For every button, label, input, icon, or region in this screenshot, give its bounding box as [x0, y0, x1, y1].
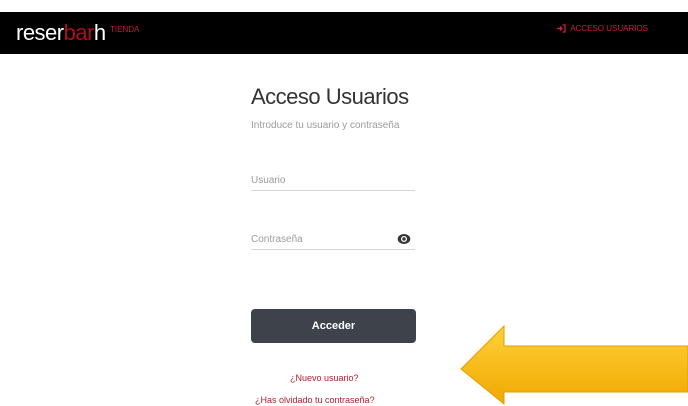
page-subtitle: Introduce tu usuario y contraseña	[251, 120, 400, 131]
nav-acceso-usuarios-link[interactable]: ACCESO USUARIOS	[556, 24, 648, 33]
reserbarh-logo[interactable]: reserbarh	[16, 20, 106, 46]
username-input[interactable]	[251, 170, 415, 191]
acceder-button[interactable]: Acceder	[251, 309, 416, 343]
login-arrow-icon	[557, 24, 566, 33]
eye-icon[interactable]	[397, 233, 411, 245]
logo-text-part1: reser	[16, 20, 64, 45]
logo-text-part2: bar	[63, 20, 95, 45]
top-navigation-bar: reserbarh TIENDA ACCESO USUARIOS	[0, 12, 688, 54]
forgot-password-link[interactable]: ¿Has olvidado tu contraseña?	[255, 395, 375, 405]
nav-tienda-link[interactable]: TIENDA	[110, 25, 139, 34]
logo-text-part3: h	[93, 20, 106, 45]
yellow-arrow-pointer-icon	[460, 324, 688, 406]
new-user-link[interactable]: ¿Nuevo usuario?	[290, 373, 359, 383]
page-title: Acceso Usuarios	[251, 84, 409, 109]
password-input[interactable]	[251, 229, 415, 250]
nav-acceso-usuarios-label: ACCESO USUARIOS	[570, 24, 648, 33]
